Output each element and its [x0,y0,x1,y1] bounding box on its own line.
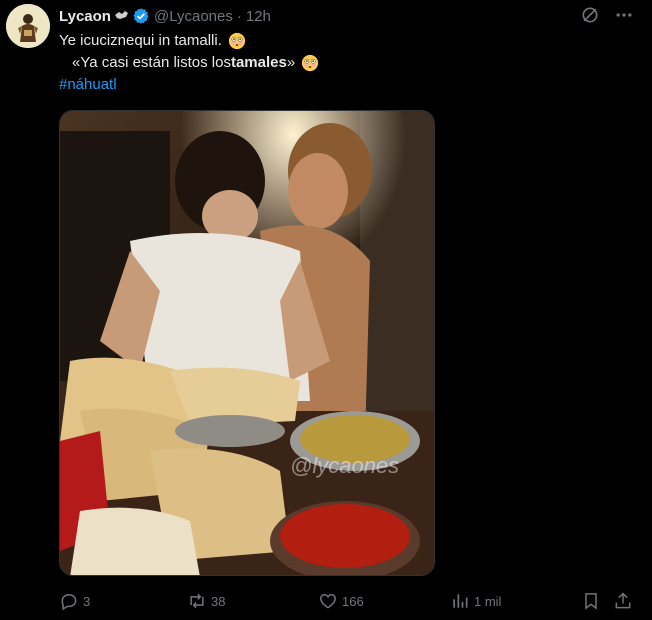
like-count: 166 [342,593,364,609]
tweet-text: Ye icuciznequi in tamalli. «Ya casi está… [59,30,619,96]
text-line-3: #náhuatl [59,74,619,96]
flushed-emoji-icon [301,54,319,72]
separator-dot: · [236,7,242,25]
tweet-time[interactable]: 12h [246,8,271,25]
tweet-header: Lycaon @Lycaones · 12h [59,5,271,27]
repost-icon [187,591,207,611]
reply-icon [59,591,79,611]
action-bar: 3 38 166 1 mil [59,588,639,614]
text-line-2-suffix: » [286,54,296,71]
text-line-1: Ye icuciznequi in tamalli. [59,30,619,52]
reply-count: 3 [83,593,91,609]
hashtag-link[interactable]: #náhuatl [59,74,117,96]
avatar[interactable] [6,4,50,48]
views-count: 1 mil [474,593,502,609]
author-handle[interactable]: @Lycaones [154,8,233,25]
text-line-2-prefix: «Ya casi están listos los [72,54,231,71]
repost-count: 38 [211,593,226,609]
verified-badge-icon [132,7,150,25]
views-icon [450,591,470,611]
heart-icon [318,591,338,611]
flushed-emoji-icon [228,32,246,50]
watermark-text: @lycaones [290,453,399,478]
share-button[interactable] [613,588,633,614]
repost-button[interactable]: 38 [187,588,225,614]
views-button[interactable]: 1 mil [450,588,501,614]
reply-button[interactable]: 3 [59,588,90,614]
text-line-1-content: Ye icuciznequi in tamalli. [59,32,222,49]
like-button[interactable]: 166 [318,588,364,614]
more-icon[interactable] [614,5,634,25]
bookmark-icon [581,591,601,611]
share-icon [613,591,633,611]
wolf-icon [114,9,130,23]
top-actions [580,5,634,25]
bookmark-button[interactable] [581,588,601,614]
tweet-image[interactable]: @lycaones [59,110,435,576]
grok-icon[interactable] [580,5,600,25]
author-name[interactable]: Lycaon [59,8,111,25]
text-line-2: «Ya casi están listos los tamales» [59,52,619,74]
text-line-2-bold: tamales [230,54,287,71]
